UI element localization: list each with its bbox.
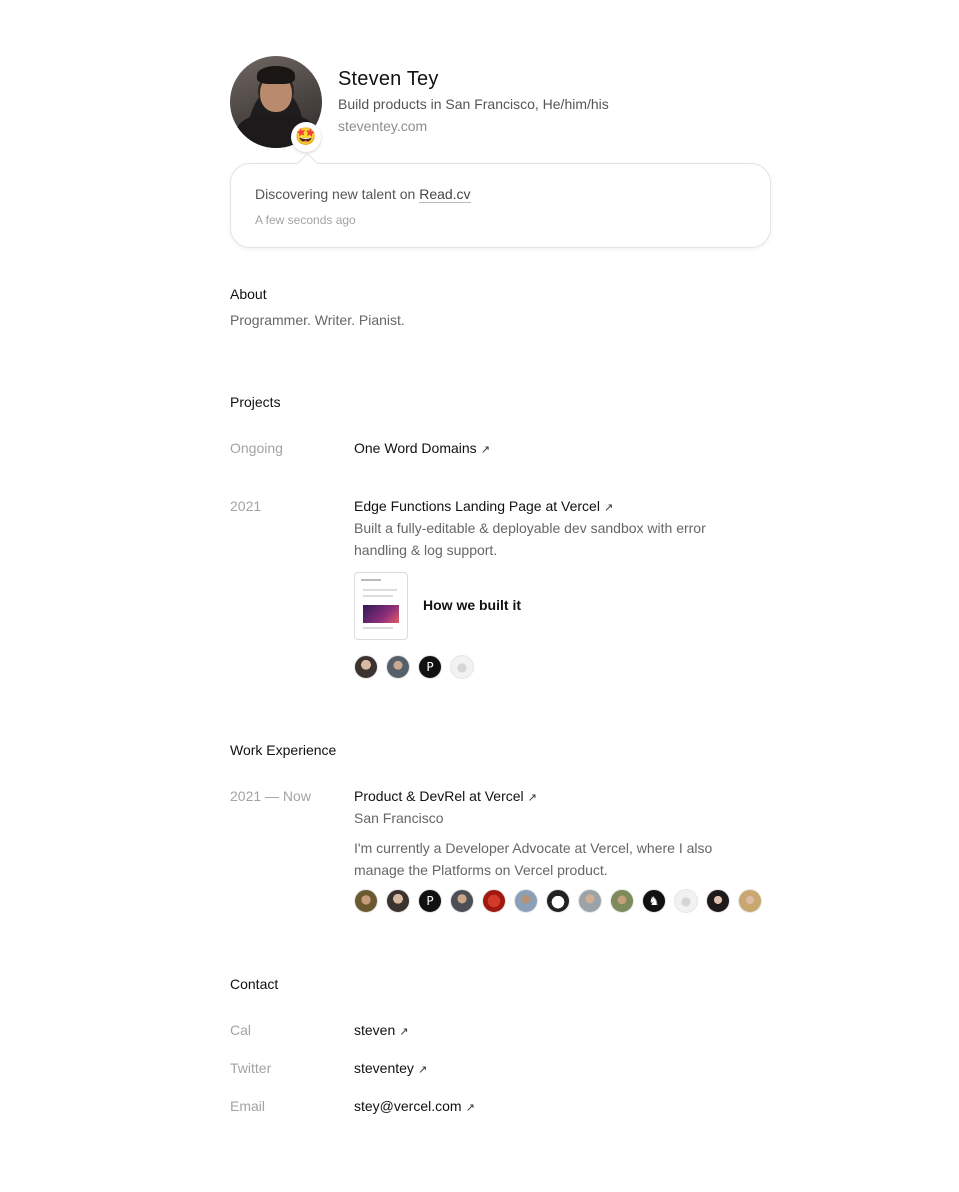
work-title: Work Experience (230, 742, 337, 758)
status-emoji-icon[interactable]: 🤩 (291, 122, 321, 152)
default-avatar-icon[interactable]: ● (674, 889, 698, 913)
avatar-hair (257, 66, 295, 84)
contact-title: Contact (230, 976, 279, 992)
profile-tagline: Build products in San Francisco, He/him/… (338, 96, 609, 112)
project-attachment-thumbnail[interactable] (354, 572, 408, 640)
profile-name: Steven Tey (338, 68, 439, 90)
project-title: Edge Functions Landing Page at Vercel (354, 498, 600, 514)
contact-value: stey@vercel.com (354, 1098, 462, 1114)
project-attachment-label[interactable]: How we built it (423, 597, 521, 613)
external-link-icon: ↗ (465, 1102, 475, 1114)
work-collaborators: P ♞ ● (354, 889, 762, 913)
work-location: San Francisco (354, 810, 444, 826)
contact-twitter-link[interactable]: steventey ↗ (354, 1060, 427, 1076)
collaborator-avatar[interactable] (354, 655, 378, 679)
contact-cal-link[interactable]: steven ↗ (354, 1022, 408, 1038)
collaborator-avatar[interactable] (450, 889, 474, 913)
profile-header: 🤩 Steven Tey Build products in San Franc… (230, 56, 771, 152)
thumbnail-line (361, 579, 381, 581)
dog-avatar-icon[interactable] (546, 889, 570, 913)
status-bubble: Discovering new talent on Read.cv A few … (230, 152, 771, 248)
work-date: 2021 — Now (230, 788, 311, 804)
contact-label: Twitter (230, 1060, 272, 1076)
collaborator-avatar[interactable]: P (418, 889, 442, 913)
collaborator-avatar[interactable] (578, 889, 602, 913)
project-date: 2021 (230, 498, 262, 514)
work-link-vercel[interactable]: Product & DevRel at Vercel ↗ (354, 788, 537, 804)
thumbnail-line (363, 595, 393, 597)
collaborator-avatar[interactable] (610, 889, 634, 913)
project-collaborators: P ● (354, 655, 474, 679)
collaborator-avatar[interactable] (386, 655, 410, 679)
thumbnail-line (363, 627, 393, 629)
collaborator-avatar[interactable] (354, 889, 378, 913)
work-description: I'm currently a Developer Advocate at Ve… (354, 840, 713, 878)
project-description: Built a fully-editable & deployable dev … (354, 520, 706, 558)
status-text-prefix: Discovering new talent on (255, 186, 420, 202)
contact-value: steventey (354, 1060, 414, 1076)
external-link-icon: ↗ (527, 792, 537, 804)
collaborator-avatar[interactable] (386, 889, 410, 913)
work-title-text: Product & DevRel at Vercel (354, 788, 524, 804)
thumbnail-line (363, 589, 397, 591)
collaborator-avatar[interactable] (482, 889, 506, 913)
collaborator-avatar[interactable] (514, 889, 538, 913)
projects-title: Projects (230, 394, 281, 410)
external-link-icon: ↗ (399, 1026, 409, 1038)
status-link[interactable]: Read.cv (419, 186, 471, 203)
status-text: Discovering new talent on Read.cv (255, 186, 471, 203)
collaborator-initial: P (426, 660, 434, 674)
profile-website-link[interactable]: steventey.com (338, 118, 427, 134)
status-caret (296, 152, 319, 175)
contact-label: Cal (230, 1022, 252, 1038)
default-avatar-icon[interactable]: ● (450, 655, 474, 679)
collaborator-avatar[interactable] (706, 889, 730, 913)
contact-label: Email (230, 1098, 266, 1114)
external-link-icon: ↗ (603, 502, 614, 514)
external-link-icon: ↗ (480, 444, 490, 456)
project-title: One Word Domains (354, 440, 477, 456)
status-time: A few seconds ago (255, 213, 356, 227)
collaborator-avatar[interactable] (738, 889, 762, 913)
project-link-edge-functions[interactable]: Edge Functions Landing Page at Vercel ↗ (354, 498, 613, 514)
rabbit-avatar-icon[interactable]: ♞ (642, 889, 666, 913)
about-text: Programmer. Writer. Pianist. (230, 312, 405, 328)
about-title: About (230, 286, 267, 302)
collaborator-initial: P (426, 894, 434, 908)
collaborator-avatar[interactable]: P (418, 655, 442, 679)
project-date: Ongoing (230, 440, 283, 456)
project-link-one-word-domains[interactable]: One Word Domains ↗ (354, 440, 490, 456)
thumbnail-image (363, 605, 399, 623)
contact-value: steven (354, 1022, 396, 1038)
contact-email-link[interactable]: stey@vercel.com ↗ (354, 1098, 475, 1114)
external-link-icon: ↗ (417, 1064, 428, 1076)
